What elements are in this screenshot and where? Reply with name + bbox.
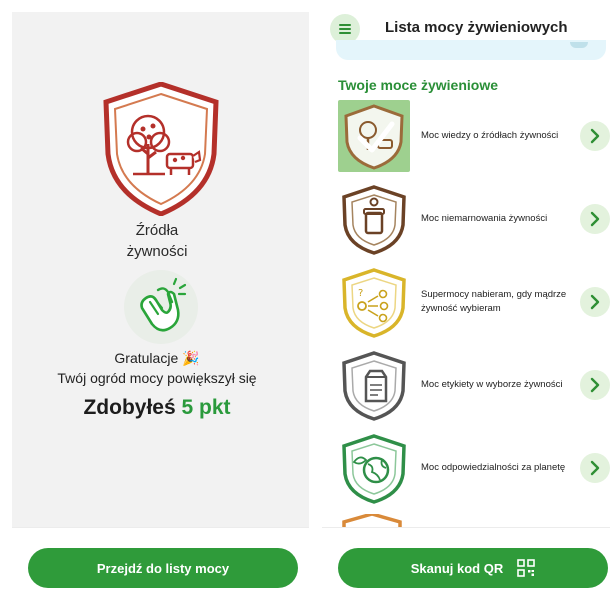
power-label: Moc wiedzy o źródłach żywności bbox=[421, 130, 559, 141]
power-item-label-reading[interactable]: Moc etykiety w wyborze żywności bbox=[336, 349, 610, 425]
congrats-label: Gratulacje bbox=[114, 350, 179, 366]
svg-text:?: ? bbox=[358, 288, 363, 299]
points-value: 5 pkt bbox=[181, 396, 231, 419]
food-sources-badge-icon bbox=[103, 82, 219, 216]
power-item-no-waste[interactable]: Moc niemarnowania żywności bbox=[336, 183, 610, 259]
hamburger-icon bbox=[339, 24, 351, 26]
chevron-right-icon bbox=[590, 460, 600, 476]
power-item-food-sources[interactable]: Moc wiedzy o źródłach żywności bbox=[336, 100, 610, 176]
party-popper-icon: 🎉 bbox=[182, 350, 200, 366]
qr-code-icon bbox=[517, 559, 536, 577]
power-label: Moc odpowiedzialności za planetę bbox=[421, 462, 566, 473]
tree-cow-icon bbox=[338, 100, 410, 172]
page-title: Lista mocy żywieniowych bbox=[385, 19, 568, 36]
milk-carton-icon bbox=[338, 349, 410, 421]
open-power-button[interactable] bbox=[580, 453, 610, 483]
open-power-button[interactable] bbox=[580, 287, 610, 317]
jar-icon bbox=[338, 183, 410, 255]
go-to-powers-list-button[interactable]: Przejdź do listy mocy bbox=[28, 548, 298, 588]
scan-qr-label: Skanuj kod QR bbox=[410, 560, 504, 576]
points-earned: Zdobyłeś 5 pkt bbox=[0, 396, 314, 420]
next-power-badge-icon bbox=[342, 514, 402, 528]
chevron-right-icon bbox=[590, 211, 600, 227]
power-item-smart-choice[interactable]: ? Supermocy nabieram, gdy mądrze żywność… bbox=[336, 266, 610, 342]
scan-qr-button[interactable]: Skanuj kod QR bbox=[338, 548, 608, 588]
chevron-right-icon bbox=[590, 294, 600, 310]
garden-grew-text: Twój ogród mocy powiększył się bbox=[57, 370, 257, 386]
power-label: Moc etykiety w wyborze żywności bbox=[421, 379, 563, 390]
congrats-text: Gratulacje 🎉 bbox=[0, 348, 314, 368]
choice-icon: ? bbox=[338, 266, 410, 338]
chevron-right-icon bbox=[590, 377, 600, 393]
hamburger-icon-line bbox=[339, 32, 351, 34]
clapping-hands-icon bbox=[140, 277, 187, 332]
chevron-right-icon bbox=[590, 128, 600, 144]
open-power-button[interactable] bbox=[580, 370, 610, 400]
hamburger-icon-line bbox=[339, 28, 351, 30]
power-item-planet[interactable]: Moc odpowiedzialności za planetę bbox=[336, 432, 610, 508]
badge-title-line2: żywności bbox=[126, 243, 188, 260]
open-power-button[interactable] bbox=[580, 121, 610, 151]
applause-badge bbox=[124, 270, 198, 344]
badge-title-line1: Źródła bbox=[135, 222, 179, 239]
points-prefix: Zdobyłeś bbox=[83, 396, 176, 419]
completion-screen: Źródła żywności Gratulacje 🎉 Twój ogród … bbox=[0, 0, 314, 614]
power-label: Supermocy nabieram, gdy mądrze żywność w… bbox=[421, 289, 567, 314]
section-title: Twoje moce żywieniowe bbox=[338, 77, 499, 93]
go-to-powers-list-label: Przejdź do listy mocy bbox=[96, 560, 230, 576]
previous-card bbox=[336, 40, 606, 60]
power-label: Moc niemarnowania żywności bbox=[421, 213, 548, 224]
open-power-button[interactable] bbox=[580, 204, 610, 234]
badge-title: Źródła żywności bbox=[0, 220, 314, 262]
globe-leaf-icon bbox=[338, 432, 410, 504]
